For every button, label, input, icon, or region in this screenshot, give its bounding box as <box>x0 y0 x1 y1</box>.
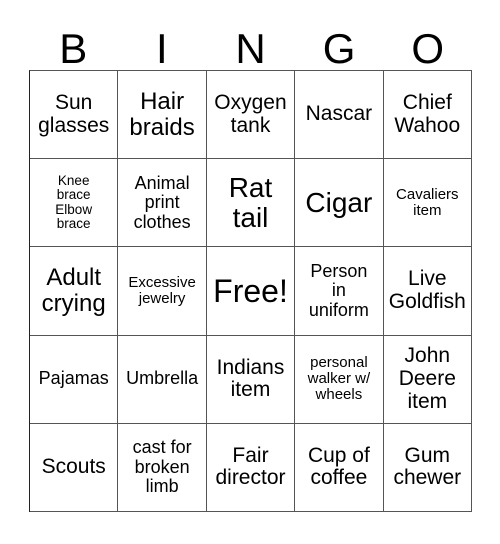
bingo-cell[interactable]: Pajamas <box>30 335 119 424</box>
bingo-cell[interactable]: Adult crying <box>30 247 119 336</box>
bingo-header-row: B I N G O <box>29 14 472 70</box>
bingo-cell[interactable]: John Deere item <box>383 335 472 424</box>
bingo-cell[interactable]: Hair braids <box>118 71 207 160</box>
bingo-cell-label: Free! <box>213 272 288 309</box>
bingo-cell-label: Pajamas <box>38 368 109 389</box>
bingo-cell[interactable]: Sun glasses <box>30 71 119 160</box>
bingo-header-letter-g: G <box>322 25 356 72</box>
bingo-cell[interactable]: Fair director <box>206 423 296 512</box>
bingo-cell[interactable]: Umbrella <box>118 335 207 424</box>
bingo-cell-label: Cavaliers item <box>396 185 459 219</box>
bingo-header-letter-n: N <box>235 25 266 72</box>
bingo-cell-label: Cup of coffee <box>307 443 370 490</box>
bingo-cell-label: Excessive jewelry <box>128 273 196 307</box>
bingo-cell[interactable]: Cup of coffee <box>295 423 384 512</box>
bingo-cell-label: John Deere item <box>398 344 456 413</box>
bingo-cell-label: Gum chewer <box>393 443 462 490</box>
bingo-cell-label: Knee brace Elbow brace <box>55 172 93 232</box>
bingo-cell[interactable]: Cigar <box>295 159 384 248</box>
bingo-cell-label: Person in uniform <box>308 260 369 320</box>
bingo-cell[interactable]: Chief Wahoo <box>383 71 472 160</box>
bingo-cell[interactable]: cast for broken limb <box>118 423 207 512</box>
bingo-cell-label: Nascar <box>305 102 373 126</box>
bingo-header-letter-o: O <box>411 25 444 72</box>
bingo-cell[interactable]: Gum chewer <box>383 423 472 512</box>
bingo-cell-label: Adult crying <box>41 264 106 317</box>
bingo-cell[interactable]: personal walker w/ wheels <box>295 335 384 424</box>
bingo-cell[interactable]: Indians item <box>206 335 296 424</box>
bingo-cell-label: Hair braids <box>129 87 195 141</box>
bingo-header-letter-i: I <box>156 25 168 72</box>
bingo-cell-label: Scouts <box>41 455 106 479</box>
bingo-cell-label: cast for broken limb <box>132 437 192 497</box>
bingo-cell[interactable]: Free! <box>206 247 296 336</box>
bingo-cell[interactable]: Person in uniform <box>295 247 384 336</box>
bingo-cell[interactable]: Excessive jewelry <box>118 247 207 336</box>
bingo-cell-label: personal walker w/ wheels <box>307 353 371 404</box>
bingo-cell[interactable]: Knee brace Elbow brace <box>30 159 119 248</box>
bingo-cell[interactable]: Live Goldfish <box>383 247 472 336</box>
bingo-cell-label: Cigar <box>305 186 373 218</box>
bingo-cell-label: Rat tail <box>228 171 273 233</box>
bingo-header-letter-b: B <box>59 25 88 72</box>
bingo-cell-label: Oxygen tank <box>214 90 287 137</box>
bingo-cell[interactable]: Oxygen tank <box>206 71 296 160</box>
bingo-cell-label: Chief Wahoo <box>394 90 461 137</box>
bingo-card: B I N G O Sun glasses Hair braids Oxygen t… <box>0 0 500 544</box>
bingo-cell-label: Indians item <box>216 355 285 402</box>
bingo-grid: Sun glasses Hair braids Oxygen tank Nascar C… <box>29 70 472 512</box>
bingo-cell[interactable]: Animal print clothes <box>118 159 207 248</box>
bingo-cell[interactable]: Rat tail <box>206 159 296 248</box>
bingo-cell-label: Fair director <box>215 443 286 490</box>
bingo-cell[interactable]: Cavaliers item <box>383 159 472 248</box>
bingo-cell[interactable]: Scouts <box>30 423 119 512</box>
bingo-cell-label: Animal print clothes <box>133 172 191 232</box>
bingo-cell-label: Umbrella <box>126 368 199 389</box>
bingo-cell-label: Sun glasses <box>38 90 110 137</box>
bingo-cell-label: Live Goldfish <box>388 267 466 313</box>
bingo-cell[interactable]: Nascar <box>295 71 384 160</box>
